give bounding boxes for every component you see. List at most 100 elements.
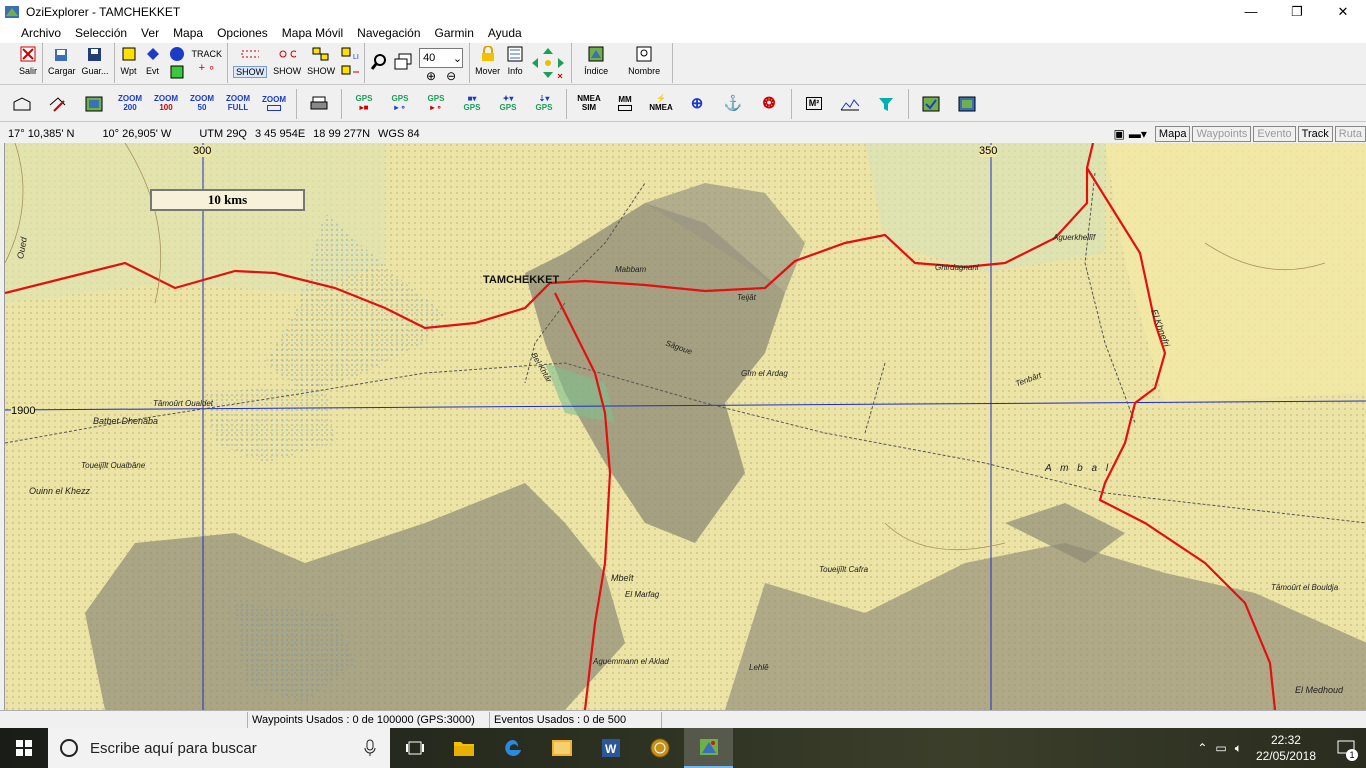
tab-waypoints[interactable]: Waypoints — [1192, 125, 1252, 142]
moving-map-button[interactable]: MM — [607, 89, 643, 119]
salir-label: Salir — [19, 66, 38, 76]
compass-app-button[interactable] — [635, 728, 684, 768]
menu-archivo[interactable]: Archivo — [14, 23, 68, 43]
event-icon — [144, 45, 162, 63]
clock[interactable]: 22:32 22/05/2018 — [1256, 732, 1316, 764]
zoom-50-button[interactable]: ZOOM 50 — [184, 89, 220, 119]
menu-seleccion[interactable]: Selección — [68, 23, 134, 43]
pan-button[interactable] — [527, 43, 569, 83]
map-tools-button[interactable] — [40, 89, 76, 119]
tab-ruta[interactable]: Ruta — [1334, 125, 1366, 142]
task-view-button[interactable] — [390, 728, 439, 768]
place-label: Teijât — [737, 293, 756, 302]
map-export-button[interactable] — [949, 89, 985, 119]
cargar-button[interactable]: Cargar — [45, 43, 79, 83]
center-gps-button[interactable]: ⊕ — [679, 89, 715, 119]
status-bar: Waypoints Usados : 0 de 100000 (GPS:3000… — [0, 710, 1366, 728]
area-button[interactable]: M² — [796, 89, 832, 119]
elevation-button[interactable] — [832, 89, 868, 119]
menu-garmin[interactable]: Garmin — [428, 23, 481, 43]
distance-icon — [341, 63, 360, 81]
nmea-sim-button[interactable]: NMEA SIM — [571, 89, 607, 119]
menu-opciones[interactable]: Opciones — [210, 23, 275, 43]
volume-icon[interactable]: 🔈︎ — [1235, 741, 1242, 756]
gps-upload-track-button[interactable]: ⇣▾ GPS — [526, 89, 562, 119]
menu-ver[interactable]: Ver — [134, 23, 166, 43]
funnel-button[interactable] — [868, 89, 904, 119]
route-button[interactable] — [165, 43, 189, 83]
events-used: Eventos Usados : 0 de 500 — [490, 711, 662, 728]
scale-bar: 10 kms — [150, 189, 305, 211]
save-map-button[interactable] — [76, 89, 112, 119]
event-button[interactable]: Evt — [141, 43, 165, 83]
info-button[interactable]: Info — [503, 43, 527, 83]
show-track-button[interactable]: SHOW — [230, 43, 270, 83]
gps-track-button[interactable]: GPS ▸ ∘ — [418, 89, 454, 119]
window-zoom-button[interactable] — [391, 43, 415, 83]
waypoint-button[interactable]: Wpt — [117, 43, 141, 83]
place-label: Batbet Dhenâba — [93, 416, 159, 426]
tab-mapa[interactable]: Mapa — [1154, 125, 1191, 142]
zoom-level-select[interactable]: 40 ⌄ — [419, 48, 464, 68]
menu-mapa-movil[interactable]: Mapa Móvil — [275, 23, 350, 43]
line-button[interactable]: LINE — [338, 43, 362, 83]
anchor-button[interactable]: ⚓ — [715, 89, 751, 119]
zoom-in-icon[interactable]: ⊕ — [426, 69, 436, 83]
image-icon[interactable]: ▣ — [1114, 127, 1125, 141]
start-button[interactable] — [0, 728, 48, 768]
guardar-button[interactable]: Guar... — [79, 43, 112, 83]
zoom-custom-button[interactable]: ZOOM — [256, 89, 292, 119]
gps-download-button[interactable]: GPS ▸ ∘ — [382, 89, 418, 119]
chevron-up-icon[interactable]: ⌃ — [1197, 741, 1207, 755]
info-label: Info — [507, 66, 523, 76]
map-check-button[interactable] — [913, 89, 949, 119]
edge-button[interactable] — [488, 728, 537, 768]
app-icon — [4, 4, 20, 20]
zoom-full-button[interactable]: ZOOM FULL — [220, 89, 256, 119]
salir-button[interactable]: Salir — [16, 43, 40, 83]
save-icon-small[interactable]: ▬▾ — [1129, 127, 1147, 141]
nombre-button[interactable]: Nombre — [618, 43, 670, 83]
show-names-button[interactable]: SHOW — [304, 43, 338, 83]
file-explorer-button[interactable] — [439, 728, 488, 768]
printer-icon — [310, 96, 328, 109]
print-button[interactable] — [301, 89, 337, 119]
notification-center-button[interactable]: 1 — [1326, 728, 1366, 768]
oziexplorer-taskbar-button[interactable] — [684, 728, 733, 768]
gps-upload-route-button[interactable]: ✦▾ GPS — [490, 89, 526, 119]
status-empty — [0, 711, 248, 728]
zoom-out-icon[interactable]: ⊖ — [446, 69, 456, 83]
lifebuoy-button[interactable]: ❂ — [751, 89, 787, 119]
tab-evento[interactable]: Evento — [1253, 125, 1296, 142]
taskbar-search[interactable]: Escribe aquí para buscar — [48, 728, 390, 768]
word-button[interactable]: W — [586, 728, 635, 768]
mode-tabs: ▣ ▬▾ Mapa Waypoints Evento Track Ruta — [1114, 124, 1366, 143]
edge-icon — [504, 740, 521, 756]
close-button[interactable]: ✕ — [1320, 0, 1366, 23]
menu-mapa[interactable]: Mapa — [166, 23, 210, 43]
nmea-button[interactable]: ⚡ NMEA — [643, 89, 679, 119]
show-points-button[interactable]: SHOW — [270, 43, 304, 83]
zoom-200-button[interactable]: ZOOM 200 — [112, 89, 148, 119]
gps-upload-wpt-button[interactable]: ■▾ GPS — [454, 89, 490, 119]
menu-navegacion[interactable]: Navegación — [350, 23, 427, 43]
tab-track[interactable]: Track — [1297, 125, 1333, 142]
pan-arrows-icon — [530, 45, 566, 81]
gps-connect-button[interactable]: GPS ▸■ — [346, 89, 382, 119]
place-label: Lehlê — [749, 663, 769, 672]
zoom-100-button[interactable]: ZOOM 100 — [148, 89, 184, 119]
toolbar-group-index: Índice Nombre — [572, 43, 674, 83]
map-image-icon — [85, 96, 103, 111]
maximize-button[interactable]: ❐ — [1274, 0, 1320, 23]
indice-button[interactable]: Índice — [574, 43, 618, 83]
map-outline-button[interactable] — [4, 89, 40, 119]
track-button[interactable]: TRACK + ∘ — [189, 43, 226, 83]
find-button[interactable] — [367, 43, 391, 83]
mover-button[interactable]: Mover — [472, 43, 503, 83]
menu-ayuda[interactable]: Ayuda — [481, 23, 529, 43]
outlook-button[interactable] — [537, 728, 586, 768]
minimize-button[interactable]: — — [1228, 0, 1274, 23]
magnifier-icon — [370, 53, 388, 71]
battery-icon[interactable]: ▭ — [1215, 741, 1226, 755]
map-canvas[interactable]: 10 kms 300 350 1900 TAMCHEKKET Oued Batb… — [4, 143, 1366, 710]
